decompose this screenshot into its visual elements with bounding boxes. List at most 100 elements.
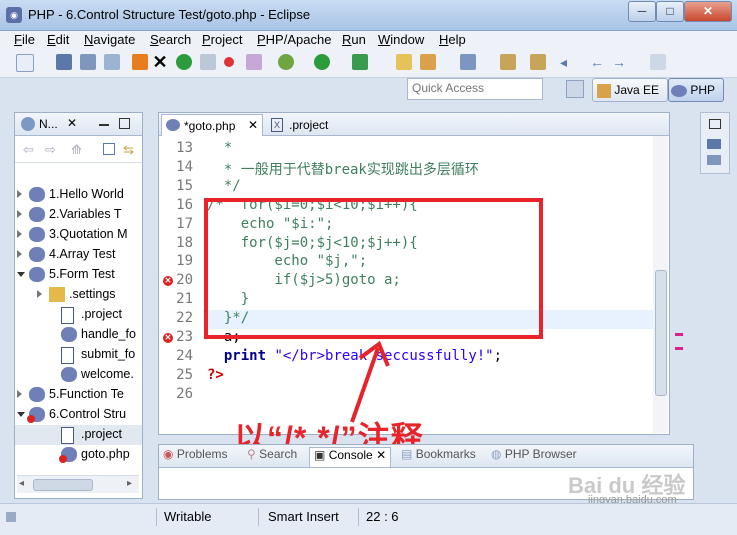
menu-navigate[interactable]: Navigate bbox=[84, 32, 135, 47]
status-cursor-position: 22 : 6 bbox=[366, 509, 399, 524]
collapsed-arrow-icon[interactable] bbox=[17, 230, 22, 238]
navigator-h-scrollbar[interactable]: ◂ ▸ bbox=[17, 475, 139, 493]
navigator-item[interactable]: .project bbox=[15, 425, 142, 445]
link-editor-icon[interactable]: ⇆ bbox=[123, 142, 134, 158]
debug-icon[interactable] bbox=[278, 54, 294, 70]
scroll-left-icon[interactable]: ◂ bbox=[19, 478, 24, 489]
close-button[interactable]: ✕ bbox=[684, 1, 732, 22]
nav-back-icon[interactable]: ⇦ bbox=[23, 142, 34, 158]
nav-forward-icon[interactable]: ⇨ bbox=[45, 142, 56, 158]
line-number: 22 bbox=[176, 310, 193, 327]
navigator-item[interactable]: 5.Form Test bbox=[15, 265, 142, 285]
back-dropdown-icon[interactable]: ← bbox=[590, 54, 606, 70]
maximize-button[interactable]: □ bbox=[656, 1, 684, 22]
pin-icon[interactable] bbox=[460, 54, 476, 70]
task-list-icon[interactable] bbox=[707, 155, 721, 165]
perspective-java-ee[interactable]: Java EE bbox=[592, 78, 668, 102]
tab-console[interactable]: ▣ Console ✕ bbox=[309, 447, 392, 467]
expanded-arrow-icon[interactable] bbox=[17, 412, 25, 421]
navigator-item[interactable]: 5.Function Te bbox=[15, 385, 142, 405]
collapsed-arrow-icon[interactable] bbox=[17, 250, 22, 258]
xml-file-icon: X bbox=[271, 118, 283, 132]
apache-icon[interactable] bbox=[132, 54, 148, 70]
php-debug-icon[interactable] bbox=[200, 54, 216, 70]
back-icon[interactable]: ◂ bbox=[560, 54, 576, 70]
editor-v-scrollbar[interactable] bbox=[653, 136, 668, 433]
navigator-item[interactable]: 1.Hello World bbox=[15, 185, 142, 205]
open-folder-icon[interactable] bbox=[396, 54, 412, 70]
external-tools-icon[interactable] bbox=[352, 54, 368, 70]
tab-problems[interactable]: ◉ Problems bbox=[163, 447, 228, 461]
expanded-arrow-icon[interactable] bbox=[17, 272, 25, 281]
navigator-item[interactable]: handle_fo bbox=[15, 325, 142, 345]
nav-up-icon[interactable]: ⟰ bbox=[71, 142, 82, 158]
scroll-right-icon[interactable]: ▸ bbox=[127, 478, 132, 489]
sql-icon[interactable] bbox=[176, 54, 192, 70]
tab-project[interactable]: X .project bbox=[267, 114, 357, 135]
menu-file[interactable]: File bbox=[14, 32, 35, 47]
php-run-icon[interactable] bbox=[246, 54, 262, 70]
navigator-h-scroll-thumb[interactable] bbox=[33, 479, 93, 491]
navigator-item-label: 5.Function Te bbox=[49, 387, 124, 401]
line-number: 25 bbox=[176, 366, 193, 383]
stop-server-icon[interactable]: ✕ bbox=[152, 53, 168, 71]
collapse-all-icon[interactable] bbox=[103, 143, 115, 155]
navigator-item[interactable]: .project bbox=[15, 305, 142, 325]
restore-icon[interactable] bbox=[709, 119, 721, 129]
open-perspective-icon[interactable] bbox=[650, 54, 666, 70]
menu-edit[interactable]: Edit bbox=[47, 32, 69, 47]
print-icon[interactable] bbox=[104, 54, 120, 70]
prev-annotation-icon[interactable] bbox=[530, 54, 546, 70]
navigator-item[interactable]: 2.Variables T bbox=[15, 205, 142, 225]
navigator-item[interactable]: 4.Array Test bbox=[15, 245, 142, 265]
editor-scroll-thumb[interactable] bbox=[655, 270, 667, 396]
collapsed-arrow-icon[interactable] bbox=[37, 290, 42, 298]
navigator-item[interactable]: submit_fo bbox=[15, 345, 142, 365]
forward-icon[interactable]: → bbox=[612, 54, 628, 70]
navigator-maximize-icon[interactable] bbox=[119, 118, 130, 129]
collapsed-arrow-icon[interactable] bbox=[17, 210, 22, 218]
navigator-item[interactable]: welcome. bbox=[15, 365, 142, 385]
quick-access-input[interactable] bbox=[408, 79, 542, 97]
menu-php-apache[interactable]: PHP/Apache bbox=[257, 32, 331, 47]
collapsed-arrow-icon[interactable] bbox=[17, 390, 22, 398]
tab-search[interactable]: ⚲ Search bbox=[247, 447, 297, 461]
next-annotation-icon[interactable] bbox=[500, 54, 516, 70]
line-number: 26 bbox=[176, 385, 193, 402]
navigator-item[interactable]: 3.Quotation M bbox=[15, 225, 142, 245]
minimize-button[interactable]: ─ bbox=[628, 1, 656, 22]
edit-icon[interactable] bbox=[420, 54, 436, 70]
collapsed-arrow-icon[interactable] bbox=[17, 190, 22, 198]
overview-error-mark[interactable] bbox=[675, 347, 683, 350]
navigator-item-label: submit_fo bbox=[81, 347, 136, 361]
tab-console-close-icon[interactable]: ✕ bbox=[376, 448, 386, 462]
save-icon[interactable] bbox=[56, 54, 72, 70]
tab-goto-php[interactable]: *goto.php ✕ bbox=[161, 114, 263, 136]
perspective-php[interactable]: PHP bbox=[668, 78, 724, 102]
run-icon[interactable] bbox=[314, 54, 330, 70]
tab-goto-close-icon[interactable]: ✕ bbox=[248, 118, 258, 132]
breakpoint-icon[interactable] bbox=[224, 57, 234, 67]
menu-project[interactable]: Project bbox=[202, 32, 242, 47]
navigator-close-icon[interactable]: ✕ bbox=[67, 116, 77, 130]
tab-bookmarks[interactable]: ▤ Bookmarks bbox=[401, 447, 476, 461]
overview-error-mark[interactable] bbox=[675, 333, 683, 336]
fast-view-icon[interactable] bbox=[6, 512, 16, 522]
menu-run[interactable]: Run bbox=[342, 32, 366, 47]
line-number: 17 bbox=[176, 215, 193, 232]
menu-help[interactable]: Help bbox=[439, 32, 466, 47]
tab-php-browser[interactable]: ◍ PHP Browser bbox=[491, 447, 577, 461]
menu-window[interactable]: Window bbox=[378, 32, 424, 47]
navigator-minimize-icon[interactable] bbox=[99, 124, 109, 126]
error-marker-icon[interactable]: ✕ bbox=[163, 333, 173, 343]
save-all-icon[interactable] bbox=[80, 54, 96, 70]
navigator-item[interactable]: .settings bbox=[15, 285, 142, 305]
new-file-icon[interactable] bbox=[16, 54, 34, 72]
quick-access-box[interactable] bbox=[407, 78, 543, 100]
navigator-item[interactable]: 6.Control Stru bbox=[15, 405, 142, 425]
menu-search[interactable]: Search bbox=[150, 32, 191, 47]
outline-icon[interactable] bbox=[707, 139, 721, 149]
navigator-tab-label[interactable]: N... bbox=[39, 117, 58, 131]
navigator-item[interactable]: goto.php bbox=[15, 445, 142, 465]
open-perspective-button-icon[interactable] bbox=[566, 80, 584, 98]
